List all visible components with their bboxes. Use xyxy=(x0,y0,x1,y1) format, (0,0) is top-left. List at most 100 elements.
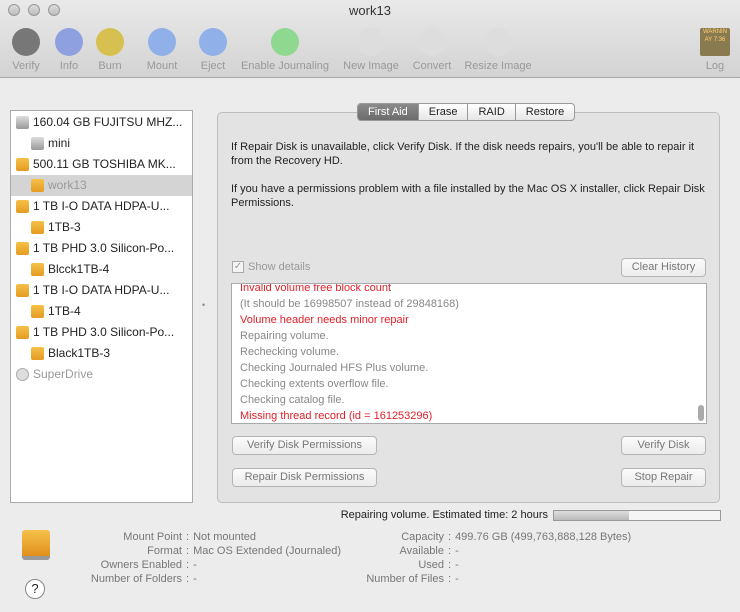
status-text: Repairing volume. Estimated time: 2 hour… xyxy=(340,509,548,521)
info-message-1: If Repair Disk is unavailable, click Ver… xyxy=(231,141,695,167)
info-row: Available: - xyxy=(300,544,631,558)
sidebar-item[interactable]: 1 TB I-O DATA HDPA-U... xyxy=(11,280,192,301)
info-label: Number of Files xyxy=(366,573,444,585)
log-icon: WARNIN AY 7:36 xyxy=(700,28,730,56)
toolbar-burn-button[interactable]: Burn xyxy=(95,28,125,72)
sidebar-item-label: 1 TB PHD 3.0 Silicon-Po... xyxy=(33,325,175,339)
window-title: work13 xyxy=(349,3,391,18)
info-row: Number of Files: - xyxy=(300,572,631,586)
toolbar-eject-button[interactable]: Eject xyxy=(198,28,228,72)
sidebar-item[interactable]: mini xyxy=(11,133,192,154)
sidebar-item-label: work13 xyxy=(48,178,87,192)
splitter-handle[interactable]: • xyxy=(202,300,205,310)
disk-icon xyxy=(16,158,29,171)
toolbar-convert-button[interactable]: Convert xyxy=(410,28,454,72)
sidebar-item[interactable]: Blcck1TB-4 xyxy=(11,259,192,280)
disk-list[interactable]: 160.04 GB FUJITSU MHZ... mini 500.11 GB TO… xyxy=(10,110,193,503)
disk-icon xyxy=(31,179,44,192)
toolbar-label: Resize Image xyxy=(464,60,532,72)
sidebar-item-label: 1 TB I-O DATA HDPA-U... xyxy=(33,283,170,297)
info-row: Capacity:499.76 GB (499,763,888,128 Byte… xyxy=(300,530,631,544)
verify-disk-permissions-button[interactable]: Verify Disk Permissions xyxy=(232,436,377,455)
log-scrollbar[interactable] xyxy=(698,405,704,421)
info-icon xyxy=(55,28,83,56)
info-label: Available xyxy=(399,545,444,557)
info-value: 499.76 GB (499,763,888,128 Bytes) xyxy=(455,531,632,543)
show-details-checkbox[interactable]: ✓ Show details xyxy=(232,261,310,273)
sidebar-item[interactable]: 1 TB PHD 3.0 Silicon-Po... xyxy=(11,238,192,259)
tab-restore[interactable]: Restore xyxy=(516,104,575,120)
sidebar-item[interactable]: 160.04 GB FUJITSU MHZ... xyxy=(11,112,192,133)
disk-icon xyxy=(31,347,44,360)
toolbar-new-image-button[interactable]: New Image xyxy=(341,28,401,72)
help-button[interactable]: ? xyxy=(25,579,45,599)
info-row: Format: Mac OS Extended (Journaled) xyxy=(60,544,341,558)
toolbar-enable-journaling-button[interactable]: Enable Journaling xyxy=(238,28,332,72)
info-row: Number of Folders: - xyxy=(60,572,341,586)
disk-icon xyxy=(16,116,29,129)
sidebar-item-label: Blcck1TB-4 xyxy=(48,262,110,276)
progress-bar xyxy=(553,510,721,521)
sidebar-item[interactable]: Black1TB-3 xyxy=(11,343,192,364)
show-details-label: Show details xyxy=(248,261,311,273)
sidebar-item-label: 1 TB I-O DATA HDPA-U... xyxy=(33,199,170,213)
tab-raid[interactable]: RAID xyxy=(468,104,516,120)
disk-icon xyxy=(31,263,44,276)
info-label: Owners Enabled xyxy=(100,559,182,571)
toolbar-label: Convert xyxy=(412,60,452,72)
info-label: Number of Folders xyxy=(90,573,182,585)
tab-erase[interactable]: Erase xyxy=(419,104,469,120)
toolbar-info-button[interactable]: Info xyxy=(55,28,83,72)
toolbar-label: Eject xyxy=(200,60,226,72)
disk-icon xyxy=(16,284,29,297)
info-colon: : xyxy=(448,531,452,543)
sidebar-item-label: SuperDrive xyxy=(33,367,94,381)
sidebar-item[interactable]: 1 TB PHD 3.0 Silicon-Po... xyxy=(11,322,192,343)
log-line: (It should be 16998507 instead of 298481… xyxy=(240,298,459,310)
sidebar-item[interactable]: 1TB-3 xyxy=(11,217,192,238)
disk-icon xyxy=(31,221,44,234)
log-button[interactable]: WARNIN AY 7:36 Log xyxy=(698,28,732,72)
clear-history-button[interactable]: Clear History xyxy=(621,258,706,277)
sidebar-item-label: Black1TB-3 xyxy=(48,346,111,360)
info-colon: : xyxy=(186,573,190,585)
new-image-icon xyxy=(357,28,385,56)
toolbar-label: Enable Journaling xyxy=(240,60,330,72)
repair-log[interactable]: Invalid volume free block count (It shoul… xyxy=(231,283,707,424)
sidebar-item[interactable]: SuperDrive xyxy=(11,364,192,385)
checkmark-icon: ✓ xyxy=(232,261,244,273)
progress-fill xyxy=(554,511,629,520)
title-toolbar: work13 Verify Info Burn Mount Eject Enable Jo… xyxy=(0,0,740,78)
info-value: - xyxy=(455,559,459,571)
toolbar-label: Burn xyxy=(98,60,122,72)
sidebar-item-label: 1TB-3 xyxy=(48,220,81,234)
info-value: - xyxy=(193,559,197,571)
microscope-icon xyxy=(12,28,40,56)
disk-icon xyxy=(16,242,29,255)
burn-icon xyxy=(96,28,124,56)
repair-disk-permissions-button[interactable]: Repair Disk Permissions xyxy=(232,468,377,487)
info-row: Owners Enabled: - xyxy=(60,558,341,572)
stop-repair-button[interactable]: Stop Repair xyxy=(621,468,706,487)
sidebar-item[interactable]: 500.11 GB TOSHIBA MK... xyxy=(11,154,192,175)
tab-first-aid[interactable]: First Aid xyxy=(358,104,419,120)
log-line: Volume header needs minor repair xyxy=(240,314,409,326)
info-value: Not mounted xyxy=(193,531,257,543)
disk-icon xyxy=(31,137,44,150)
info-value: - xyxy=(455,573,459,585)
sidebar-item-label: mini xyxy=(48,136,71,150)
log-line: Checking catalog file. xyxy=(240,394,345,406)
log-line: Checking extents overflow file. xyxy=(240,378,389,390)
verify-disk-button[interactable]: Verify Disk xyxy=(621,436,706,455)
log-label: Log xyxy=(705,60,725,72)
optical-drive-icon xyxy=(16,368,29,381)
sidebar-item[interactable]: work13 xyxy=(11,175,192,196)
toolbar-resize-image-button[interactable]: Resize Image xyxy=(462,28,534,72)
info-colon: : xyxy=(186,545,190,557)
sidebar-item[interactable]: 1TB-4 xyxy=(11,301,192,322)
toolbar-verify-button[interactable]: Verify xyxy=(10,28,42,72)
toolbar-mount-button[interactable]: Mount xyxy=(143,28,181,72)
info-label: Used xyxy=(418,559,444,571)
toolbar-label: Info xyxy=(59,60,79,72)
sidebar-item[interactable]: 1 TB I-O DATA HDPA-U... xyxy=(11,196,192,217)
